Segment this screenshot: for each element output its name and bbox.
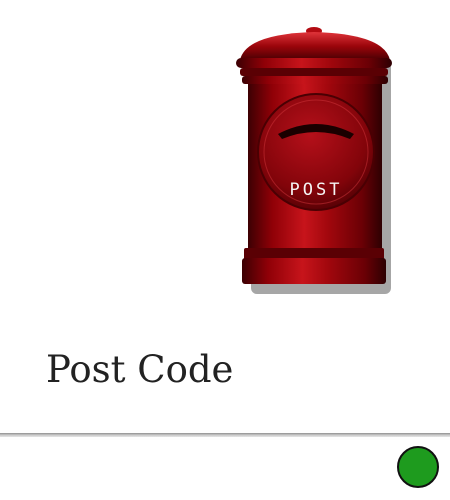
divider xyxy=(0,433,450,437)
status-circle-icon[interactable] xyxy=(397,446,439,488)
page-title: Post Code xyxy=(46,348,234,391)
post-label: POST xyxy=(289,180,343,200)
